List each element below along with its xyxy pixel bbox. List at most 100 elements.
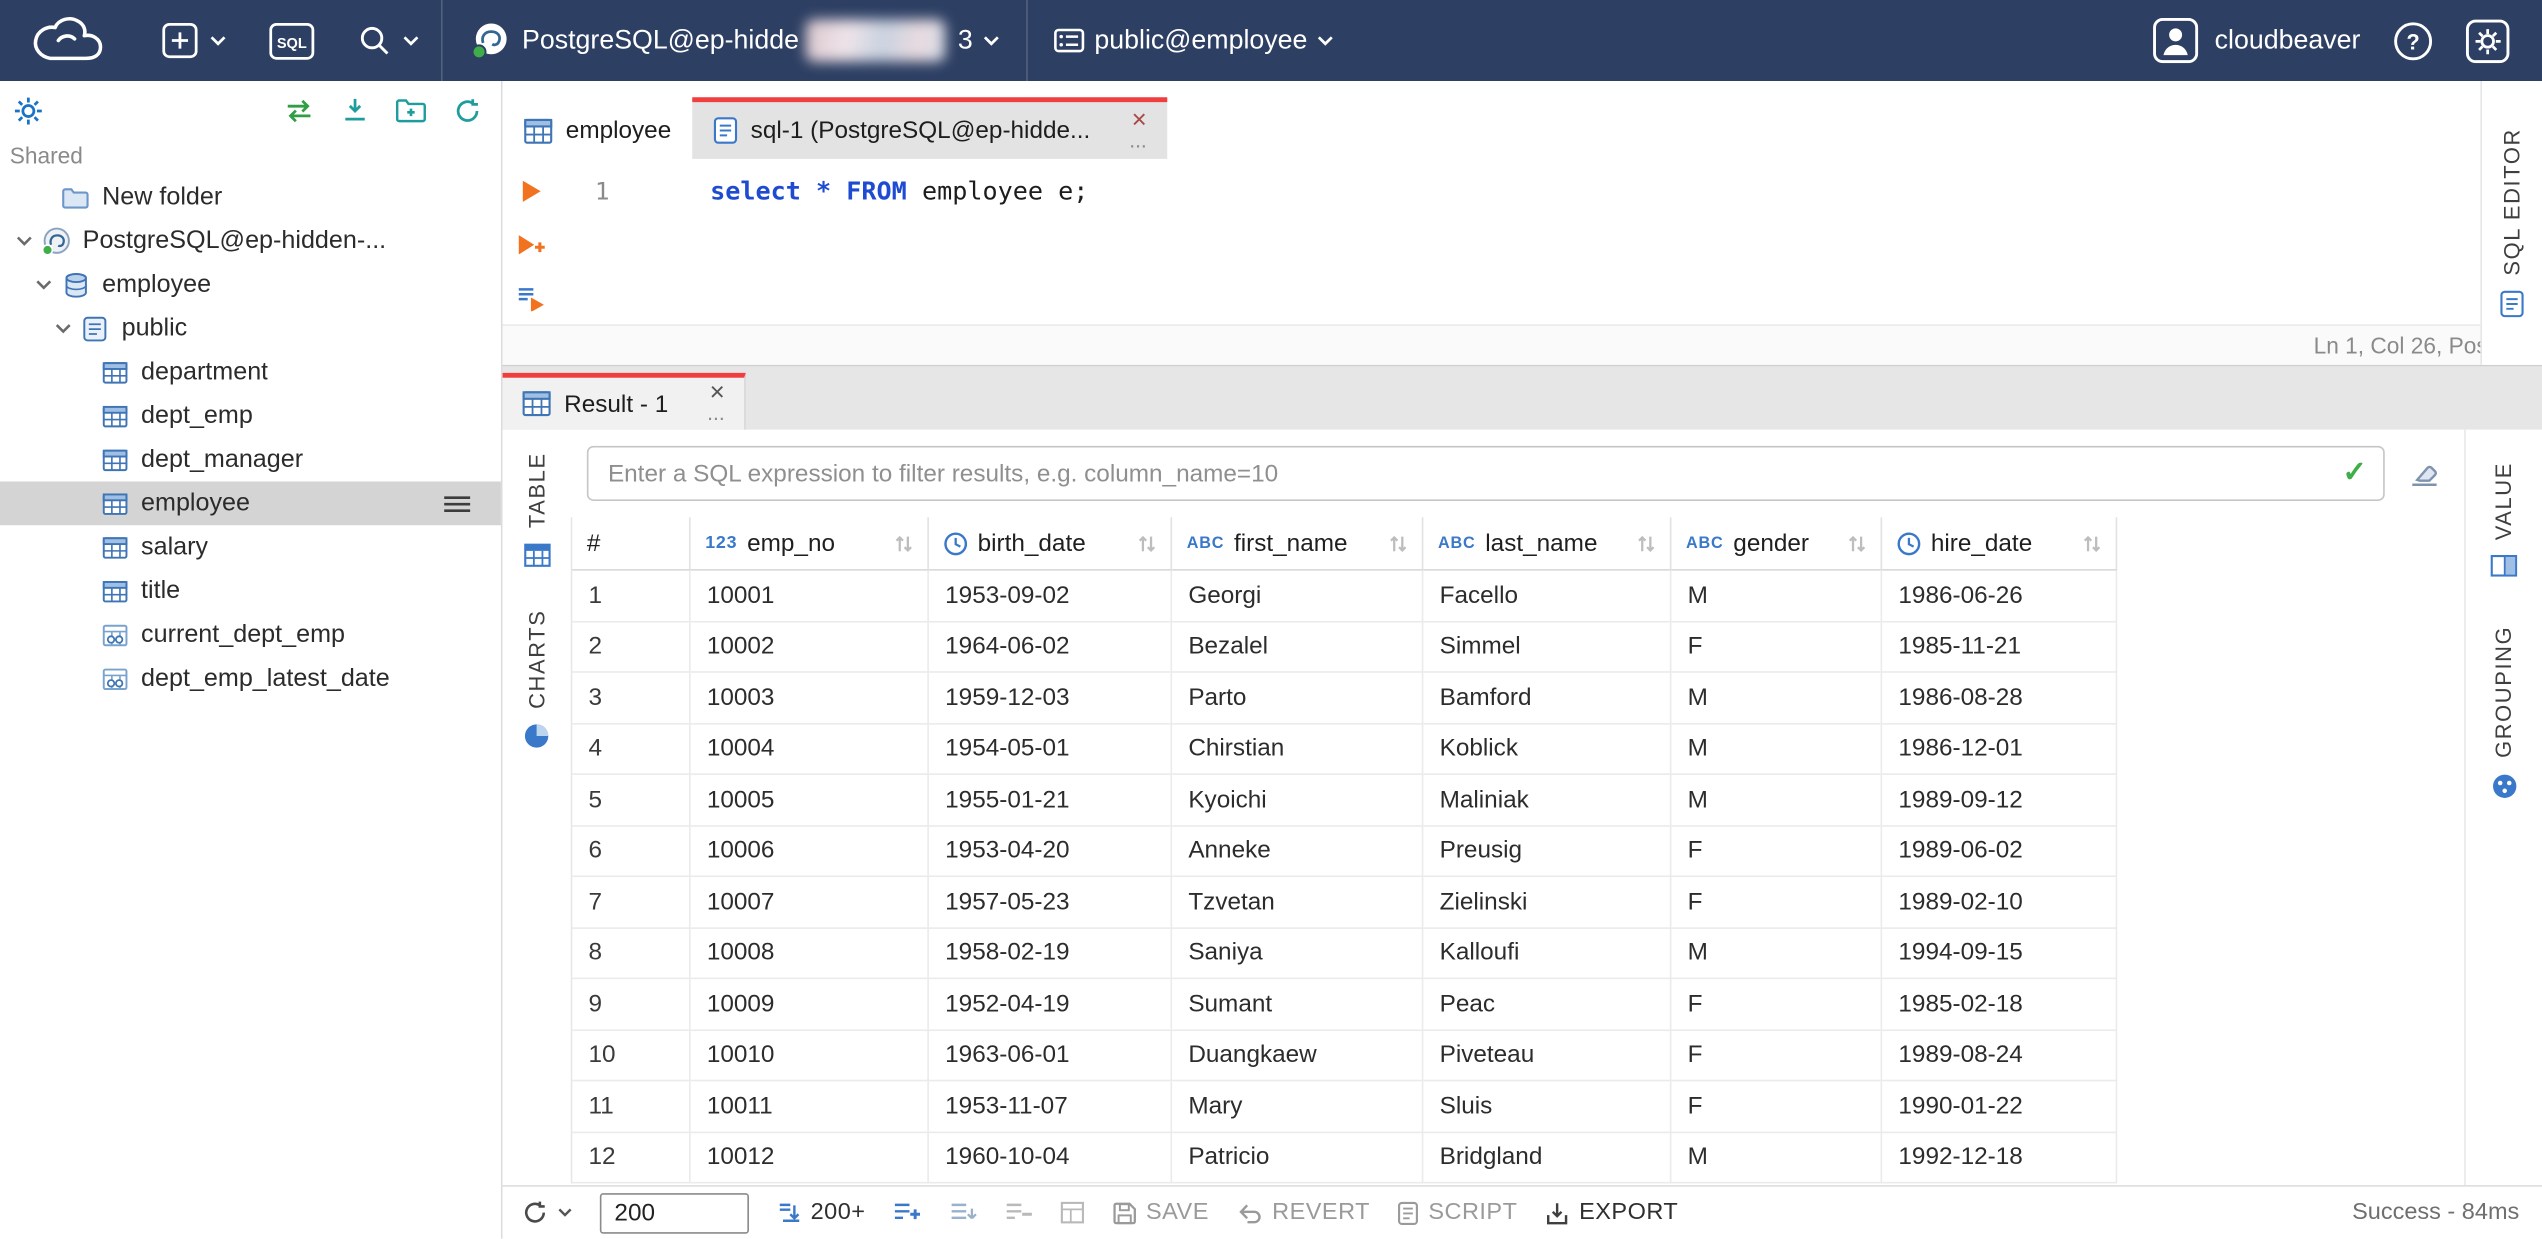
cell[interactable]: M xyxy=(1671,1132,1883,1184)
duplicate-row-button[interactable] xyxy=(950,1201,978,1224)
column-header-last_name[interactable]: ABC last_name xyxy=(1423,517,1672,571)
tab-table-view[interactable]: TABLE xyxy=(523,443,551,577)
tree-item-salary[interactable]: salary xyxy=(0,525,501,569)
cell[interactable]: 1964-06-02 xyxy=(928,621,1173,673)
column-header-emp_no[interactable]: 123 emp_no xyxy=(690,517,929,571)
row-number[interactable]: 3 xyxy=(572,672,691,724)
row-number[interactable]: 10 xyxy=(572,1030,691,1082)
cell[interactable]: Koblick xyxy=(1423,723,1672,775)
cell[interactable]: Georgi xyxy=(1172,570,1424,622)
cell[interactable]: Zielinski xyxy=(1423,877,1672,929)
row-number[interactable]: 1 xyxy=(572,570,691,622)
tab-sql-editor-rail[interactable]: SQL EDITOR xyxy=(2500,118,2524,327)
filter-input[interactable] xyxy=(586,445,2385,501)
cell[interactable]: 10003 xyxy=(690,672,929,724)
cell[interactable]: 1985-02-18 xyxy=(1882,979,2118,1031)
column-header-first_name[interactable]: ABC first_name xyxy=(1172,517,1424,571)
cell[interactable]: Bezalel xyxy=(1172,621,1424,673)
tab-menu-icon[interactable]: ... xyxy=(707,402,725,423)
cell[interactable]: Sumant xyxy=(1172,979,1424,1031)
cell[interactable]: 10004 xyxy=(690,723,929,775)
cell[interactable]: 10005 xyxy=(690,774,929,826)
cloudbeaver-logo[interactable] xyxy=(0,11,139,69)
sql-editor[interactable]: 1 select * FROM employee e; Ln 1, Col 26… xyxy=(502,159,2542,365)
cell[interactable]: Tzvetan xyxy=(1172,877,1424,929)
cell[interactable]: F xyxy=(1671,825,1883,878)
cell[interactable]: Simmel xyxy=(1423,621,1672,673)
cell[interactable]: 10011 xyxy=(690,1081,929,1133)
cell[interactable]: F xyxy=(1671,877,1883,929)
row-number[interactable]: 11 xyxy=(572,1081,691,1133)
cell[interactable]: 10008 xyxy=(690,928,929,980)
settings-gear-icon[interactable] xyxy=(2465,18,2510,63)
cell[interactable]: 1957-05-23 xyxy=(928,877,1173,929)
cell[interactable]: 1960-10-04 xyxy=(928,1132,1173,1184)
sort-icon[interactable] xyxy=(893,533,914,554)
collapse-all-icon[interactable] xyxy=(342,97,368,123)
sort-icon[interactable] xyxy=(2082,533,2103,554)
row-number[interactable]: 5 xyxy=(572,774,691,826)
refresh-tree-icon[interactable] xyxy=(454,96,482,124)
cell[interactable]: Facello xyxy=(1423,570,1672,622)
tree-item-public[interactable]: public xyxy=(0,306,501,350)
chevron-down-icon[interactable] xyxy=(29,279,58,290)
tree-item-dept-emp-latest-date[interactable]: dept_emp_latest_date xyxy=(0,657,501,701)
cell[interactable]: 1955-01-21 xyxy=(928,774,1173,826)
tree-item-employee[interactable]: employee xyxy=(0,481,501,526)
tree-item-current-dept-emp[interactable]: current_dept_emp xyxy=(0,613,501,657)
cell[interactable]: Mary xyxy=(1172,1081,1424,1133)
cell[interactable]: Duangkaew xyxy=(1172,1030,1424,1082)
fetch-more-button[interactable]: 200+ xyxy=(777,1200,866,1226)
add-row-button[interactable] xyxy=(893,1201,922,1224)
cell[interactable]: 1963-06-01 xyxy=(928,1030,1173,1082)
column-header-gender[interactable]: ABC gender xyxy=(1671,517,1883,571)
row-limit-input[interactable] xyxy=(599,1192,749,1233)
cell[interactable]: 1992-12-18 xyxy=(1882,1132,2118,1184)
user-menu[interactable]: cloudbeaver xyxy=(2153,17,2360,64)
cell[interactable]: M xyxy=(1671,774,1883,826)
tree-item-employee[interactable]: employee xyxy=(0,263,501,307)
cell[interactable]: Maliniak xyxy=(1423,774,1672,826)
row-number[interactable]: 6 xyxy=(572,825,691,878)
execute-new-tab-icon[interactable] xyxy=(515,232,546,258)
revert-button[interactable]: REVERT xyxy=(1236,1200,1370,1226)
cell[interactable]: 1986-08-28 xyxy=(1882,672,2118,724)
save-button[interactable]: SAVE xyxy=(1112,1200,1209,1226)
cell[interactable]: Bamford xyxy=(1423,672,1672,724)
cell[interactable]: 1953-09-02 xyxy=(928,570,1173,622)
connection-selector[interactable]: PostgreSQL@ep-hidde 3 xyxy=(440,0,1026,82)
export-button[interactable]: EXPORT xyxy=(1545,1200,1678,1226)
column-header-hire_date[interactable]: hire_date xyxy=(1882,517,2118,571)
connection-search-button[interactable] xyxy=(336,0,441,81)
row-number[interactable]: 9 xyxy=(572,979,691,1031)
cell[interactable]: Saniya xyxy=(1172,928,1424,980)
delete-row-button[interactable] xyxy=(1005,1201,1033,1224)
cell[interactable]: Piveteau xyxy=(1423,1030,1672,1082)
cell[interactable]: 1989-08-24 xyxy=(1882,1030,2118,1082)
sort-icon[interactable] xyxy=(1636,533,1657,554)
cell[interactable]: 1986-06-26 xyxy=(1882,570,2118,622)
row-number[interactable]: 12 xyxy=(572,1132,691,1184)
cell[interactable]: F xyxy=(1671,1081,1883,1133)
tab-menu-icon[interactable]: ... xyxy=(1129,129,1147,150)
cell[interactable]: 10001 xyxy=(690,570,929,622)
new-connection-button[interactable] xyxy=(139,0,248,81)
schema-selector[interactable]: public@employee xyxy=(1026,0,1361,82)
row-number[interactable]: 7 xyxy=(572,877,691,929)
column-header-birth_date[interactable]: birth_date xyxy=(928,517,1173,571)
cell[interactable]: F xyxy=(1671,1030,1883,1082)
cell[interactable]: 10002 xyxy=(690,621,929,673)
cell[interactable]: 1954-05-01 xyxy=(928,723,1173,775)
cell[interactable]: 10006 xyxy=(690,825,929,878)
cell[interactable]: 1985-11-21 xyxy=(1882,621,2118,673)
row-number-header[interactable]: # xyxy=(572,517,691,571)
refresh-button[interactable] xyxy=(522,1200,572,1226)
drag-handle-icon[interactable] xyxy=(443,494,472,513)
help-icon[interactable]: ? xyxy=(2393,20,2434,61)
clear-filter-eraser-icon[interactable] xyxy=(2407,460,2441,488)
chevron-down-icon[interactable] xyxy=(10,235,39,246)
open-sql-editor-button[interactable]: SQL xyxy=(248,0,336,81)
tree-settings-gear-icon[interactable] xyxy=(13,95,44,126)
cell[interactable]: 1989-02-10 xyxy=(1882,877,2118,929)
cell[interactable]: 10009 xyxy=(690,979,929,1031)
